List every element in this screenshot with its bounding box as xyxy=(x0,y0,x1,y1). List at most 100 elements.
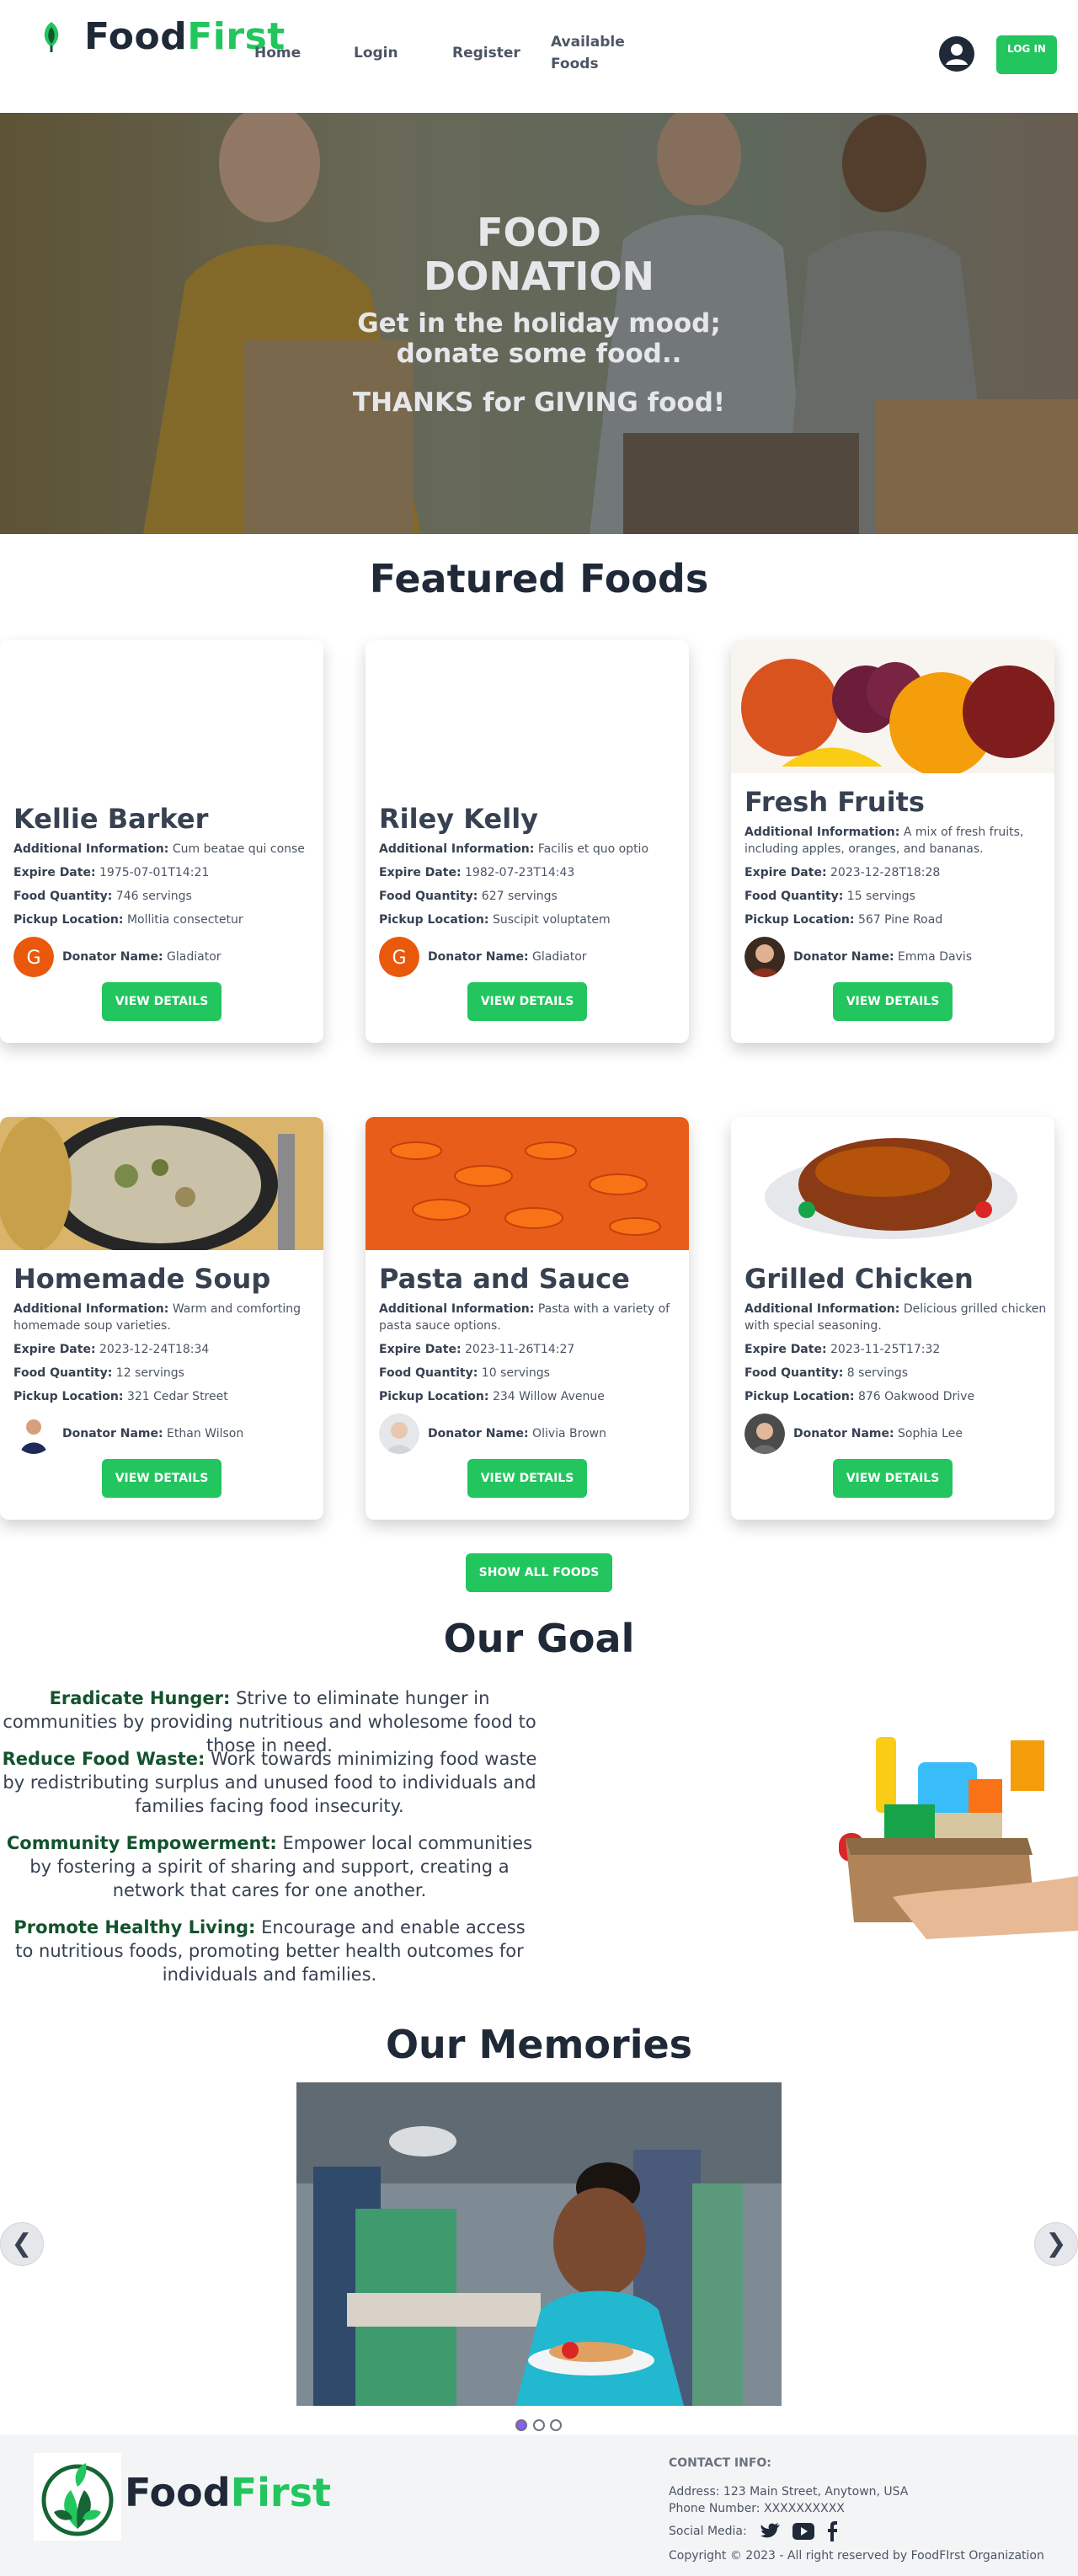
view-details-label: VIEW DETAILS xyxy=(115,1472,209,1485)
expire-value: 2023-11-26T14:27 xyxy=(465,1343,575,1356)
view-details-button[interactable]: VIEW DETAILS xyxy=(102,1459,221,1498)
quantity-value: 12 servings xyxy=(115,1366,184,1380)
food-image xyxy=(0,1117,323,1250)
info-label: Additional Information: xyxy=(13,1302,169,1316)
brand-logo[interactable]: FoodFirst xyxy=(37,15,286,58)
carousel-prev-button[interactable]: ❮ xyxy=(0,2222,44,2266)
expire-label: Expire Date: xyxy=(13,866,96,879)
view-details-button[interactable]: VIEW DETAILS xyxy=(833,982,953,1021)
view-details-label: VIEW DETAILS xyxy=(480,995,574,1008)
donator-label: Donator Name: xyxy=(62,950,163,964)
hero-title: FOOD DONATION xyxy=(424,210,654,299)
carousel-dot-3[interactable] xyxy=(550,2419,562,2431)
food-quantity: Food Quantity: 8 servings xyxy=(744,1365,1048,1382)
view-details-label: VIEW DETAILS xyxy=(115,995,209,1008)
donator-value: Emma Davis xyxy=(898,950,973,964)
nav-link-available-foods[interactable]: Available Foods xyxy=(551,31,635,75)
goal-heading: Promote Healthy Living: xyxy=(13,1917,256,1937)
nav-link-login[interactable]: Login xyxy=(354,42,398,64)
goal-item-community-empowerment: Community Empowerment: Empower local com… xyxy=(0,1831,539,1902)
food-expire-date: Expire Date: 2023-12-24T18:34 xyxy=(13,1341,317,1358)
food-expire-date: Expire Date: 2023-11-25T17:32 xyxy=(744,1341,1048,1358)
user-avatar-icon[interactable] xyxy=(938,35,975,72)
memory-carousel-image xyxy=(296,2082,782,2406)
view-details-label: VIEW DETAILS xyxy=(846,1472,940,1485)
donator-info: G Donator Name: Gladiator xyxy=(13,937,221,977)
footer-brand-part-2: First xyxy=(230,2470,331,2515)
food-card: Riley Kelly Additional Information: Facil… xyxy=(366,640,689,1043)
carousel-next-button[interactable]: ❯ xyxy=(1034,2222,1078,2266)
food-expire-date: Expire Date: 1975-07-01T14:21 xyxy=(13,864,317,881)
twitter-icon[interactable] xyxy=(760,2522,781,2541)
social-media-row: Social Media: xyxy=(669,2519,850,2544)
carousel-dot-1[interactable] xyxy=(515,2419,527,2431)
featured-foods-title: Featured Foods xyxy=(369,556,709,601)
food-card: Grilled Chicken Additional Information: D… xyxy=(731,1117,1054,1520)
food-quantity: Food Quantity: 10 servings xyxy=(379,1365,682,1382)
donator-label: Donator Name: xyxy=(62,1427,163,1440)
carousel-dot-2[interactable] xyxy=(533,2419,545,2431)
food-card: Kellie Barker Additional Information: Cum… xyxy=(0,640,323,1043)
hero-subtitle: Get in the holiday mood; donate some foo… xyxy=(357,308,721,369)
contact-info-heading: CONTACT INFO: xyxy=(669,2456,771,2470)
nav-link-home[interactable]: Home xyxy=(254,42,301,64)
expire-label: Expire Date: xyxy=(379,1343,462,1356)
food-expire-date: Expire Date: 1982-07-23T14:43 xyxy=(379,864,682,881)
location-value: Suscipit voluptatem xyxy=(492,913,611,927)
food-name: Pasta and Sauce xyxy=(379,1263,630,1295)
our-memories-title: Our Memories xyxy=(385,2022,693,2067)
food-name: Homemade Soup xyxy=(13,1263,271,1295)
donator-label: Donator Name: xyxy=(793,1427,894,1440)
quantity-value: 10 servings xyxy=(481,1366,550,1380)
view-details-button[interactable]: VIEW DETAILS xyxy=(467,1459,587,1498)
nav-link-register[interactable]: Register xyxy=(452,42,520,64)
info-value: Facilis et quo optio xyxy=(537,842,649,856)
donator-value: Ethan Wilson xyxy=(167,1427,244,1440)
food-expire-date: Expire Date: 2023-11-26T14:27 xyxy=(379,1341,682,1358)
location-value: 876 Oakwood Drive xyxy=(857,1390,975,1403)
donator-value: Gladiator xyxy=(167,950,221,964)
footer-logo-icon xyxy=(34,2453,121,2541)
donator-avatar: G xyxy=(13,937,54,977)
location-value: 321 Cedar Street xyxy=(126,1390,228,1403)
food-pickup-location: Pickup Location: Mollitia consectetur xyxy=(13,911,317,928)
goal-heading: Reduce Food Waste: xyxy=(2,1749,205,1769)
donator-value: Gladiator xyxy=(532,950,587,964)
donator-label: Donator Name: xyxy=(428,950,529,964)
expire-label: Expire Date: xyxy=(13,1343,96,1356)
contact-phone: Phone Number: XXXXXXXXXX xyxy=(669,2502,845,2515)
facebook-icon[interactable] xyxy=(826,2521,838,2541)
location-label: Pickup Location: xyxy=(744,913,855,927)
view-details-button[interactable]: VIEW DETAILS xyxy=(467,982,587,1021)
food-pickup-location: Pickup Location: 876 Oakwood Drive xyxy=(744,1388,1048,1405)
food-pickup-location: Pickup Location: Suscipit voluptatem xyxy=(379,911,682,928)
food-additional-info: Additional Information: Delicious grille… xyxy=(744,1301,1048,1334)
login-button[interactable]: LOG IN xyxy=(996,35,1057,74)
food-additional-info: Additional Information: A mix of fresh f… xyxy=(744,824,1048,858)
view-details-button[interactable]: VIEW DETAILS xyxy=(833,1459,953,1498)
food-card: Pasta and Sauce Additional Information: P… xyxy=(366,1117,689,1520)
location-label: Pickup Location: xyxy=(13,1390,124,1403)
chevron-left-icon: ❮ xyxy=(11,2229,33,2258)
donator-info: G Donator Name: Gladiator xyxy=(379,937,587,977)
footer-brand-name[interactable]: FoodFirst xyxy=(125,2470,331,2515)
food-additional-info: Additional Information: Facilis et quo o… xyxy=(379,841,682,858)
hero-banner: FOOD DONATION Get in the holiday mood; d… xyxy=(0,113,1078,534)
quantity-label: Food Quantity: xyxy=(744,1366,844,1380)
food-card: Homemade Soup Additional Information: War… xyxy=(0,1117,323,1520)
donator-info: Donator Name: Sophia Lee xyxy=(744,1414,963,1454)
food-additional-info: Additional Information: Warm and comfort… xyxy=(13,1301,317,1334)
expire-label: Expire Date: xyxy=(379,866,462,879)
youtube-icon[interactable] xyxy=(792,2523,815,2540)
show-all-foods-button[interactable]: SHOW ALL FOODS xyxy=(466,1553,612,1592)
food-pickup-location: Pickup Location: 234 Willow Avenue xyxy=(379,1388,682,1405)
donator-info: Donator Name: Ethan Wilson xyxy=(13,1414,243,1454)
view-details-button[interactable]: VIEW DETAILS xyxy=(102,982,221,1021)
footer-brand-part-1: Food xyxy=(125,2470,231,2515)
location-label: Pickup Location: xyxy=(379,1390,489,1403)
quantity-value: 8 servings xyxy=(846,1366,909,1380)
expire-value: 2023-12-28T18:28 xyxy=(830,866,941,879)
expire-value: 1975-07-01T14:21 xyxy=(99,866,210,879)
donator-avatar xyxy=(379,1414,419,1454)
food-name: Fresh Fruits xyxy=(744,786,925,818)
